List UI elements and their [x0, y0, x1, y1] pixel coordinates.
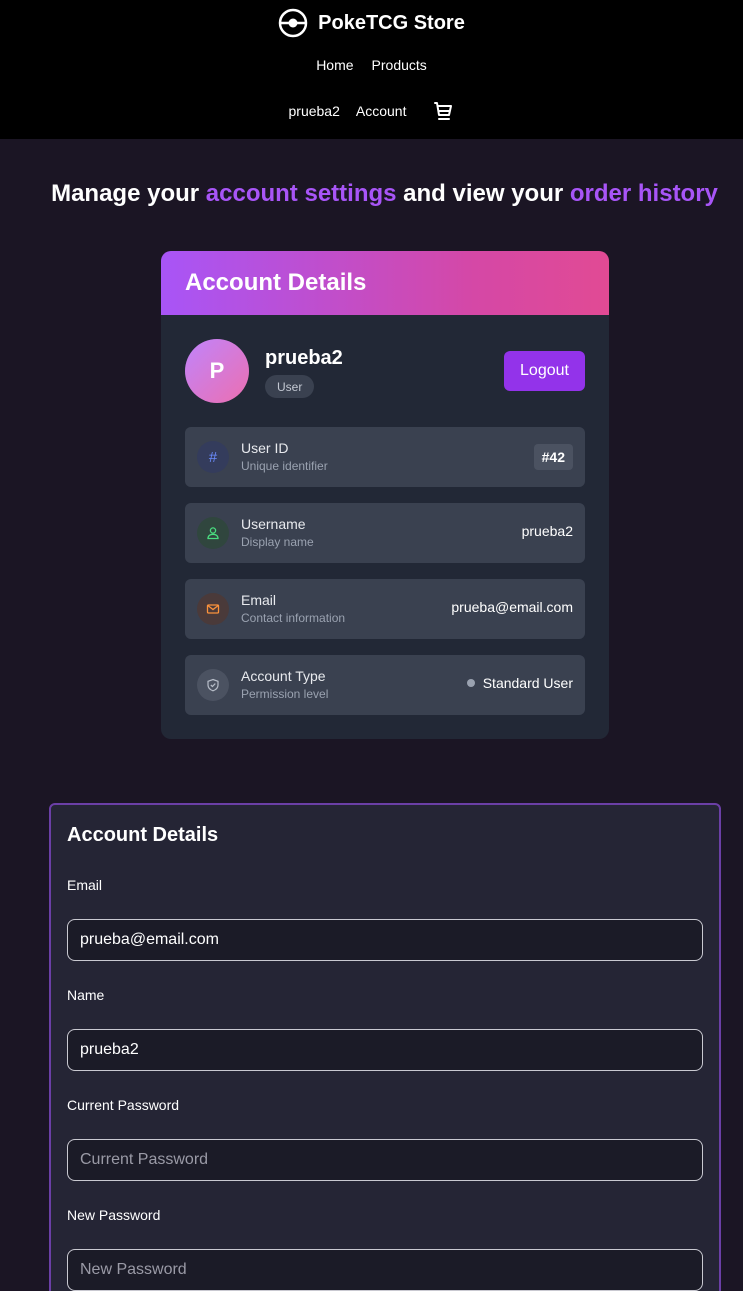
email-field[interactable]	[67, 919, 703, 961]
info-label: User ID	[241, 440, 289, 456]
current-password-field[interactable]	[67, 1139, 703, 1181]
top-navbar: PokeTCG Store Home Products prueba2 Acco…	[0, 0, 743, 139]
heading-accent-account-settings: account settings	[205, 180, 397, 207]
cart-icon[interactable]	[432, 100, 454, 122]
form-title: Account Details	[67, 824, 219, 846]
heading-accent-order-history: order history	[569, 180, 718, 207]
current-password-label: Current Password	[67, 1097, 180, 1113]
mail-icon	[197, 593, 229, 625]
info-row-username: Username Display name prueba2	[185, 503, 585, 563]
profile-username: prueba2	[265, 347, 343, 369]
user-nav: prueba2 Account	[0, 100, 743, 122]
shield-icon	[197, 669, 229, 701]
hash-icon: #	[197, 441, 229, 473]
info-sublabel: Contact information	[241, 611, 346, 625]
status-dot-icon	[466, 679, 475, 687]
card-title: Account Details	[185, 269, 367, 296]
avatar: P	[185, 339, 249, 403]
nav-username-link[interactable]: prueba2	[289, 103, 340, 119]
profile-summary: P prueba2 User Logout	[185, 339, 585, 403]
pokeball-logo-icon	[278, 8, 308, 38]
info-row-account-type: Account Type Permission level Standard U…	[185, 655, 585, 715]
user-icon	[197, 517, 229, 549]
nav-products-link[interactable]: Products	[372, 57, 427, 73]
user-id-badge: #42	[533, 444, 573, 470]
info-label: Email	[241, 592, 277, 608]
info-sublabel: Permission level	[241, 687, 329, 701]
new-password-field[interactable]	[67, 1249, 703, 1291]
card-header: Account Details	[161, 251, 609, 315]
info-row-user-id: # User ID Unique identifier #42	[185, 427, 585, 487]
account-form: Account Details Email Name Current Passw…	[49, 803, 721, 1291]
info-label: Account Type	[241, 668, 326, 684]
info-label: Username	[241, 516, 306, 532]
new-password-label: New Password	[67, 1207, 161, 1223]
nav-home-link[interactable]: Home	[316, 57, 353, 73]
info-sublabel: Display name	[241, 535, 314, 549]
info-row-email: Email Contact information prueba@email.c…	[185, 579, 585, 639]
username-value: prueba2	[521, 523, 573, 539]
nav-account-link[interactable]: Account	[356, 103, 407, 119]
account-type-value: Standard User	[466, 675, 573, 691]
heading-text-2: and view your	[396, 180, 570, 207]
account-details-card: Account Details P prueba2 User Logout # …	[161, 251, 609, 739]
email-value: prueba@email.com	[451, 599, 573, 615]
main-nav: Home Products	[0, 56, 743, 74]
account-type-label: Standard User	[482, 675, 573, 691]
email-field-label: Email	[67, 877, 103, 893]
name-field[interactable]	[67, 1029, 703, 1071]
brand-link[interactable]: PokeTCG Store	[0, 7, 743, 39]
name-field-label: Name	[67, 987, 105, 1003]
brand-title: PokeTCG Store	[318, 11, 465, 34]
page-heading: Manage your account settings and view yo…	[0, 180, 743, 208]
logout-button[interactable]: Logout	[504, 351, 585, 391]
info-sublabel: Unique identifier	[241, 459, 328, 473]
heading-text-1: Manage your	[51, 180, 206, 207]
role-badge: User	[265, 375, 315, 398]
